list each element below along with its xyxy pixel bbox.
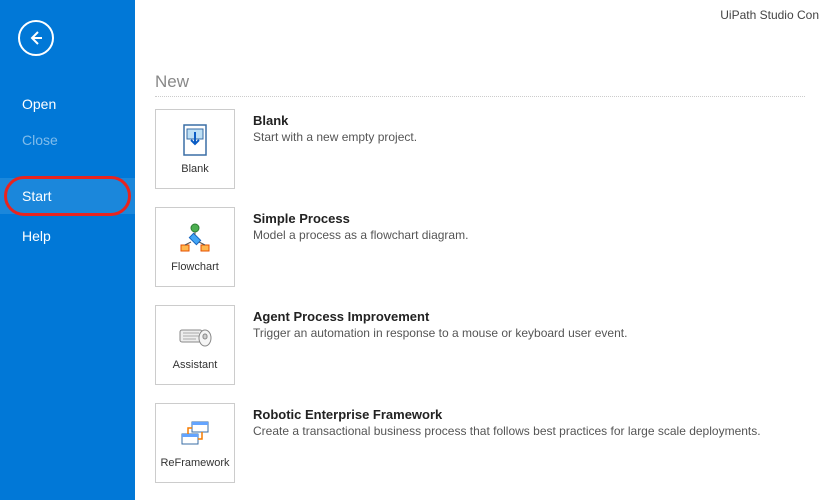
tile-label: Assistant xyxy=(173,359,218,371)
flowchart-icon xyxy=(178,221,212,255)
template-list: Blank Blank Start with a new empty proje… xyxy=(155,109,805,501)
tile-label: ReFramework xyxy=(160,457,229,469)
template-title: Blank xyxy=(253,113,417,128)
sidebar-item-help[interactable]: Help xyxy=(0,218,135,254)
sidebar-item-label: Help xyxy=(22,228,51,244)
sidebar-item-label: Open xyxy=(22,96,56,112)
sidebar-item-open[interactable]: Open xyxy=(0,86,135,122)
template-tile: Flowchart xyxy=(155,207,235,287)
section-heading: New xyxy=(155,72,805,97)
template-description: Trigger an automation in response to a m… xyxy=(253,326,627,340)
template-text: Simple Process Model a process as a flow… xyxy=(253,207,468,242)
sidebar: Open Close Start Help xyxy=(0,0,135,500)
back-button[interactable] xyxy=(18,20,54,56)
template-title: Simple Process xyxy=(253,211,468,226)
tile-label: Blank xyxy=(181,163,209,175)
assistant-icon xyxy=(178,319,212,353)
template-text: Blank Start with a new empty project. xyxy=(253,109,417,144)
tile-label: Flowchart xyxy=(171,261,219,273)
template-title: Robotic Enterprise Framework xyxy=(253,407,761,422)
template-text: Robotic Enterprise Framework Create a tr… xyxy=(253,403,761,438)
template-title: Agent Process Improvement xyxy=(253,309,627,324)
blank-icon xyxy=(178,123,212,157)
template-tile: Assistant xyxy=(155,305,235,385)
template-flowchart[interactable]: Flowchart Simple Process Model a process… xyxy=(155,207,805,287)
sidebar-item-close: Close xyxy=(0,122,135,158)
reframework-icon xyxy=(178,417,212,451)
sidebar-item-label: Start xyxy=(22,188,52,204)
template-description: Model a process as a flowchart diagram. xyxy=(253,228,468,242)
main-area: UiPath Studio Con New Blank Blank Start … xyxy=(135,0,825,500)
template-text: Agent Process Improvement Trigger an aut… xyxy=(253,305,627,340)
template-description: Create a transactional business process … xyxy=(253,424,761,438)
template-description: Start with a new empty project. xyxy=(253,130,417,144)
template-tile: ReFramework xyxy=(155,403,235,483)
app-title: UiPath Studio Con xyxy=(720,8,819,22)
arrow-left-icon xyxy=(27,29,45,47)
template-assistant[interactable]: Assistant Agent Process Improvement Trig… xyxy=(155,305,805,385)
sidebar-item-label: Close xyxy=(22,132,58,148)
template-reframework[interactable]: ReFramework Robotic Enterprise Framework… xyxy=(155,403,805,483)
sidebar-item-start[interactable]: Start xyxy=(0,178,135,214)
template-blank[interactable]: Blank Blank Start with a new empty proje… xyxy=(155,109,805,189)
template-tile: Blank xyxy=(155,109,235,189)
